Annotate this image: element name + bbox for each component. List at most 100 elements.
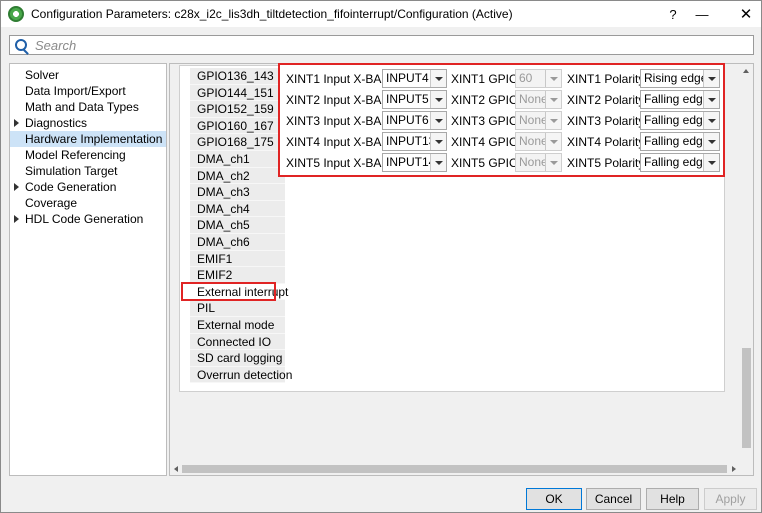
window-title: Configuration Parameters: c28x_i2c_lis3d… xyxy=(31,7,513,21)
gpio-value: None xyxy=(519,155,548,169)
scroll-up-icon[interactable] xyxy=(743,69,749,73)
tree-item[interactable]: Coverage xyxy=(10,195,166,211)
chevron-down-icon[interactable] xyxy=(430,133,446,150)
tree-item[interactable]: Simulation Target xyxy=(10,163,166,179)
tab-item[interactable]: GPIO168_175 xyxy=(190,134,285,151)
horizontal-scroll-thumb[interactable] xyxy=(182,465,727,473)
chevron-down-icon[interactable] xyxy=(703,70,719,87)
tree-item-label: Data Import/Export xyxy=(25,84,126,98)
xint-row: XINT3 Input X-BAR: INPUT6 XINT3 GPIO: None X… xyxy=(283,111,723,131)
external-interrupt-highlight xyxy=(181,282,276,301)
tab-item[interactable]: DMA_ch1 xyxy=(190,150,285,168)
tab-item[interactable]: DMA_ch5 xyxy=(190,217,285,234)
apply-button[interactable]: Apply xyxy=(704,488,757,510)
chevron-down-icon[interactable] xyxy=(430,154,446,171)
help-button[interactable]: Help xyxy=(646,488,699,510)
chevron-down-icon xyxy=(545,91,561,108)
close-button[interactable]: ✕ xyxy=(729,1,762,27)
tab-item[interactable]: DMA_ch4 xyxy=(190,200,285,218)
gpio-value: None xyxy=(519,92,548,106)
category-tree: Solver Data Import/Export Math and Data Ty… xyxy=(9,63,167,476)
chevron-down-icon[interactable] xyxy=(703,133,719,150)
vertical-scroll-thumb[interactable] xyxy=(742,348,751,448)
tree-item[interactable]: Math and Data Types xyxy=(10,99,166,115)
cancel-button[interactable]: Cancel xyxy=(586,488,641,510)
tab-item[interactable]: GPIO152_159 xyxy=(190,101,285,118)
expand-arrow-icon[interactable] xyxy=(14,119,19,127)
tree-item[interactable]: Diagnostics xyxy=(10,115,166,131)
matlab-app-icon xyxy=(8,6,24,22)
pol-label: XINT1 Polarity: xyxy=(567,72,648,86)
chevron-down-icon[interactable] xyxy=(703,112,719,129)
pol-dropdown[interactable]: Falling edge xyxy=(640,132,720,151)
tree-item-label: Coverage xyxy=(25,196,78,210)
tab-item[interactable]: PIL xyxy=(190,300,285,317)
tree-item[interactable]: Data Import/Export xyxy=(10,83,166,99)
tab-item[interactable]: DMA_ch3 xyxy=(190,184,285,201)
tree-item[interactable]: HDL Code Generation xyxy=(10,211,166,227)
tree-item[interactable]: Model Referencing xyxy=(10,147,166,163)
tab-item[interactable]: External mode xyxy=(190,316,285,334)
tree-item-label: Simulation Target xyxy=(25,164,118,178)
tree-item-label: Solver xyxy=(25,68,60,82)
pol-label: XINT2 Polarity: xyxy=(567,93,648,107)
xbar-label: XINT3 Input X-BAR: xyxy=(286,114,394,128)
gpio-dropdown: None xyxy=(515,153,562,172)
xbar-label: XINT2 Input X-BAR: xyxy=(286,93,394,107)
expand-arrow-icon[interactable] xyxy=(14,215,19,223)
pol-value: Falling edge xyxy=(644,155,710,169)
expand-arrow-icon[interactable] xyxy=(14,183,19,191)
pol-label: XINT3 Polarity: xyxy=(567,114,648,128)
pol-value: Falling edge xyxy=(644,134,710,148)
xbar-value: INPUT5 xyxy=(386,92,429,106)
tab-item[interactable]: GPIO136_143 xyxy=(190,68,285,85)
xbar-value: INPUT14 xyxy=(386,155,436,169)
ok-button[interactable]: OK xyxy=(526,488,582,510)
pol-dropdown[interactable]: Falling edge xyxy=(640,111,720,130)
tab-item[interactable]: DMA_ch2 xyxy=(190,167,285,185)
tab-item[interactable]: GPIO144_151 xyxy=(190,84,285,102)
vertical-scrollbar[interactable] xyxy=(740,65,753,460)
tab-item[interactable]: DMA_ch6 xyxy=(190,233,285,251)
xbar-dropdown[interactable]: INPUT4 xyxy=(382,69,447,88)
scroll-right-icon[interactable] xyxy=(732,466,736,472)
scroll-left-icon[interactable] xyxy=(174,466,178,472)
tab-item[interactable]: SD card logging xyxy=(190,350,285,367)
xbar-dropdown[interactable]: INPUT5 xyxy=(382,90,447,109)
minimize-button[interactable]: — xyxy=(687,1,717,27)
xint-row: XINT4 Input X-BAR: INPUT13 XINT4 GPIO: None… xyxy=(283,132,723,152)
tab-item[interactable]: EMIF1 xyxy=(190,250,285,268)
gpio-value: None xyxy=(519,113,548,127)
chevron-down-icon[interactable] xyxy=(703,91,719,108)
title-bar[interactable]: Configuration Parameters: c28x_i2c_lis3d… xyxy=(1,1,761,27)
tree-item-label: HDL Code Generation xyxy=(25,212,144,226)
xbar-dropdown[interactable]: INPUT13 xyxy=(382,132,447,151)
horizontal-scrollbar[interactable] xyxy=(170,463,740,475)
gpio-value: None xyxy=(519,134,548,148)
xbar-label: XINT4 Input X-BAR: xyxy=(286,135,394,149)
help-icon[interactable]: ? xyxy=(658,1,688,27)
chevron-down-icon xyxy=(545,154,561,171)
tree-item[interactable]: Hardware Implementation xyxy=(10,131,166,147)
xbar-dropdown[interactable]: INPUT6 xyxy=(382,111,447,130)
gpio-label: XINT4 GPIO: xyxy=(451,135,522,149)
external-interrupt-parameters: XINT1 Input X-BAR: INPUT4 XINT1 GPIO: 60 XIN… xyxy=(278,63,725,177)
tab-item[interactable]: Connected IO xyxy=(190,333,285,351)
pol-dropdown[interactable]: Falling edge xyxy=(640,153,720,172)
tree-item[interactable]: Code Generation xyxy=(10,179,166,195)
pol-dropdown[interactable]: Rising edge xyxy=(640,69,720,88)
chevron-down-icon[interactable] xyxy=(703,154,719,171)
xbar-dropdown[interactable]: INPUT14 xyxy=(382,153,447,172)
chevron-down-icon[interactable] xyxy=(430,70,446,87)
tab-item[interactable]: GPIO160_167 xyxy=(190,117,285,135)
pol-value: Falling edge xyxy=(644,92,710,106)
search-box[interactable] xyxy=(9,35,754,55)
chevron-down-icon[interactable] xyxy=(430,91,446,108)
search-input[interactable] xyxy=(35,37,735,53)
tree-item-label: Hardware Implementation xyxy=(25,132,163,146)
gpio-label: XINT1 GPIO: xyxy=(451,72,522,86)
chevron-down-icon[interactable] xyxy=(430,112,446,129)
tree-item[interactable]: Solver xyxy=(10,67,166,83)
tab-item[interactable]: Overrun detection xyxy=(190,366,292,384)
pol-dropdown[interactable]: Falling edge xyxy=(640,90,720,109)
